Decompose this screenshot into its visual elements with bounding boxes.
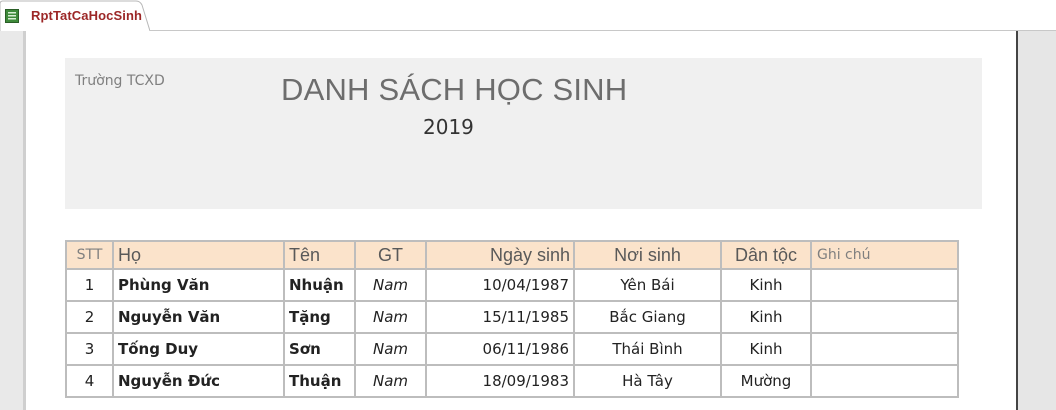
report-icon [5, 9, 19, 23]
cell-ngay-sinh: 10/04/1987 [425, 268, 575, 302]
document-tab-strip [0, 0, 1056, 31]
cell-dan-toc: Kinh [720, 332, 812, 366]
cell-ghi-chu [810, 300, 959, 334]
report-year: 2019 [423, 115, 474, 139]
cell-ten: Thuận [283, 364, 356, 398]
cell-ho: Tống Duy [112, 332, 285, 366]
cell-ho: Nguyễn Đức [112, 364, 285, 398]
table-row: 3 Tống Duy Sơn Nam 06/11/1986 Thái Bình … [65, 332, 959, 366]
student-table: STT Họ Tên GT Ngày sinh Nơi sinh Dân tộc… [65, 240, 959, 398]
cell-dan-toc: Kinh [720, 268, 812, 302]
cell-gt: Nam [354, 364, 427, 398]
table-header-row: STT Họ Tên GT Ngày sinh Nơi sinh Dân tộc… [65, 240, 959, 270]
cell-stt: 4 [65, 364, 114, 398]
report-header: Trường TCXD DANH SÁCH HỌC SINH 2019 [65, 58, 982, 209]
cell-ngay-sinh: 18/09/1983 [425, 364, 575, 398]
workspace-background [1018, 31, 1056, 410]
cell-gt: Nam [354, 332, 427, 366]
cell-ten: Nhuận [283, 268, 356, 302]
cell-noi-sinh: Thái Bình [573, 332, 722, 366]
cell-ghi-chu [810, 268, 959, 302]
table-row: 2 Nguyễn Văn Tặng Nam 15/11/1985 Bắc Gia… [65, 300, 959, 334]
cell-noi-sinh: Yên Bái [573, 268, 722, 302]
cell-gt: Nam [354, 268, 427, 302]
cell-ghi-chu [810, 364, 959, 398]
cell-ten: Tặng [283, 300, 356, 334]
col-gt-header: GT [354, 240, 427, 270]
tab-rpt-tat-ca-hoc-sinh[interactable]: RptTatCaHocSinh [0, 0, 150, 31]
report-title: DANH SÁCH HỌC SINH [281, 72, 628, 107]
cell-noi-sinh: Hà Tây [573, 364, 722, 398]
cell-ho: Nguyễn Văn [112, 300, 285, 334]
cell-ten: Sơn [283, 332, 356, 366]
col-ten-header: Tên [283, 240, 356, 270]
col-noi-sinh-header: Nơi sinh [573, 240, 722, 270]
col-dan-toc-header: Dân tộc [720, 240, 812, 270]
cell-noi-sinh: Bắc Giang [573, 300, 722, 334]
cell-gt: Nam [354, 300, 427, 334]
cell-stt: 1 [65, 268, 114, 302]
col-stt-header: STT [65, 240, 114, 270]
col-ho-header: Họ [112, 240, 285, 270]
cell-dan-toc: Kinh [720, 300, 812, 334]
cell-stt: 2 [65, 300, 114, 334]
school-name: Trường TCXD [75, 73, 165, 89]
col-ngay-sinh-header: Ngày sinh [425, 240, 575, 270]
cell-dan-toc: Mường [720, 364, 812, 398]
col-ghi-chu-header: Ghi chú [810, 240, 959, 270]
cell-ho: Phùng Văn [112, 268, 285, 302]
cell-ghi-chu [810, 332, 959, 366]
table-row: 1 Phùng Văn Nhuận Nam 10/04/1987 Yên Bái… [65, 268, 959, 302]
table-row: 4 Nguyễn Đức Thuận Nam 18/09/1983 Hà Tây… [65, 364, 959, 398]
report-page: Trường TCXD DANH SÁCH HỌC SINH 2019 STT … [26, 31, 1016, 410]
cell-ngay-sinh: 15/11/1985 [425, 300, 575, 334]
cell-stt: 3 [65, 332, 114, 366]
tab-label: RptTatCaHocSinh [31, 8, 143, 23]
cell-ngay-sinh: 06/11/1986 [425, 332, 575, 366]
